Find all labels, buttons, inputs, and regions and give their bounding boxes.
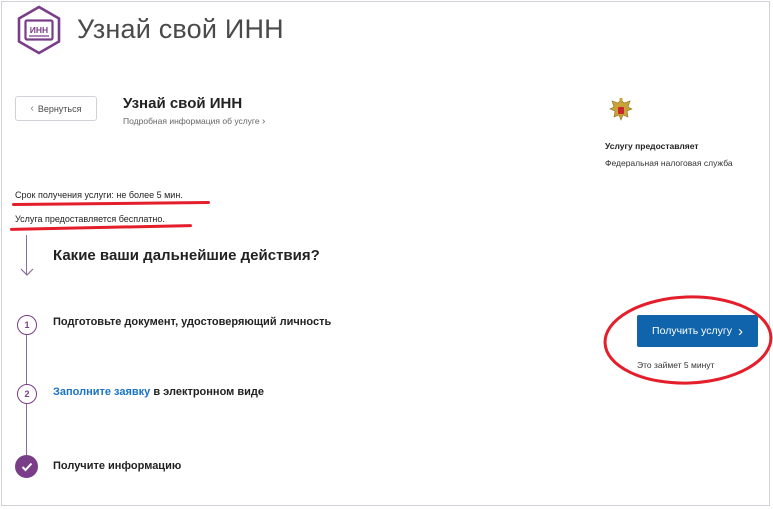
step-connector-2 (26, 404, 27, 455)
step-1-number: 1 (17, 315, 37, 335)
chevron-left-icon: ‹ (30, 103, 34, 114)
service-details-link[interactable]: Подробная информация об услуге › (123, 116, 265, 127)
annotation-underline-cost (9, 224, 193, 231)
back-button-label: Вернуться (37, 103, 82, 114)
service-cost-text: Услуга предоставляется бесплатно. (15, 214, 165, 224)
step-1-text: Подготовьте документ, удостоверяющий лич… (53, 316, 332, 328)
service-details-label: Подробная информация об услуге (123, 116, 260, 126)
step-2-text: Заполните заявку в электронном виде (53, 386, 264, 398)
check-icon (21, 462, 32, 471)
chevron-right-icon: › (261, 116, 266, 127)
step-3-text: Получите информацию (53, 460, 182, 472)
step-2-rest: в электронном виде (150, 386, 264, 398)
service-title: Узнай свой ИНН (123, 95, 243, 112)
arrow-down-icon (20, 268, 34, 276)
service-term-text: Срок получения услуги: не более 5 мин. (15, 190, 183, 200)
app-title: Узнай свой ИНН (77, 14, 284, 44)
logo-text: ИНН (30, 25, 48, 35)
step-connector-1 (26, 335, 27, 385)
provider-name: Федеральная налоговая служба (605, 158, 733, 168)
russian-emblem-icon (609, 97, 633, 121)
annotation-circle (603, 295, 773, 385)
steps-heading: Какие ваши дальнейшие действия? (53, 247, 320, 264)
provider-label: Услугу предоставляет (605, 141, 699, 151)
step-2-number: 2 (17, 384, 37, 404)
fill-application-link[interactable]: Заполните заявку (53, 386, 150, 398)
step-3-done (15, 455, 38, 478)
back-button[interactable]: ‹ Вернуться (15, 96, 97, 121)
browser-frame: ИНН Узнай свой ИНН ‹ Вернуться Узнай сво… (1, 1, 773, 506)
page-header: ИНН Узнай свой ИНН (2, 2, 771, 62)
inn-logo-icon: ИНН (17, 5, 61, 55)
annotation-underline-term (11, 200, 211, 207)
